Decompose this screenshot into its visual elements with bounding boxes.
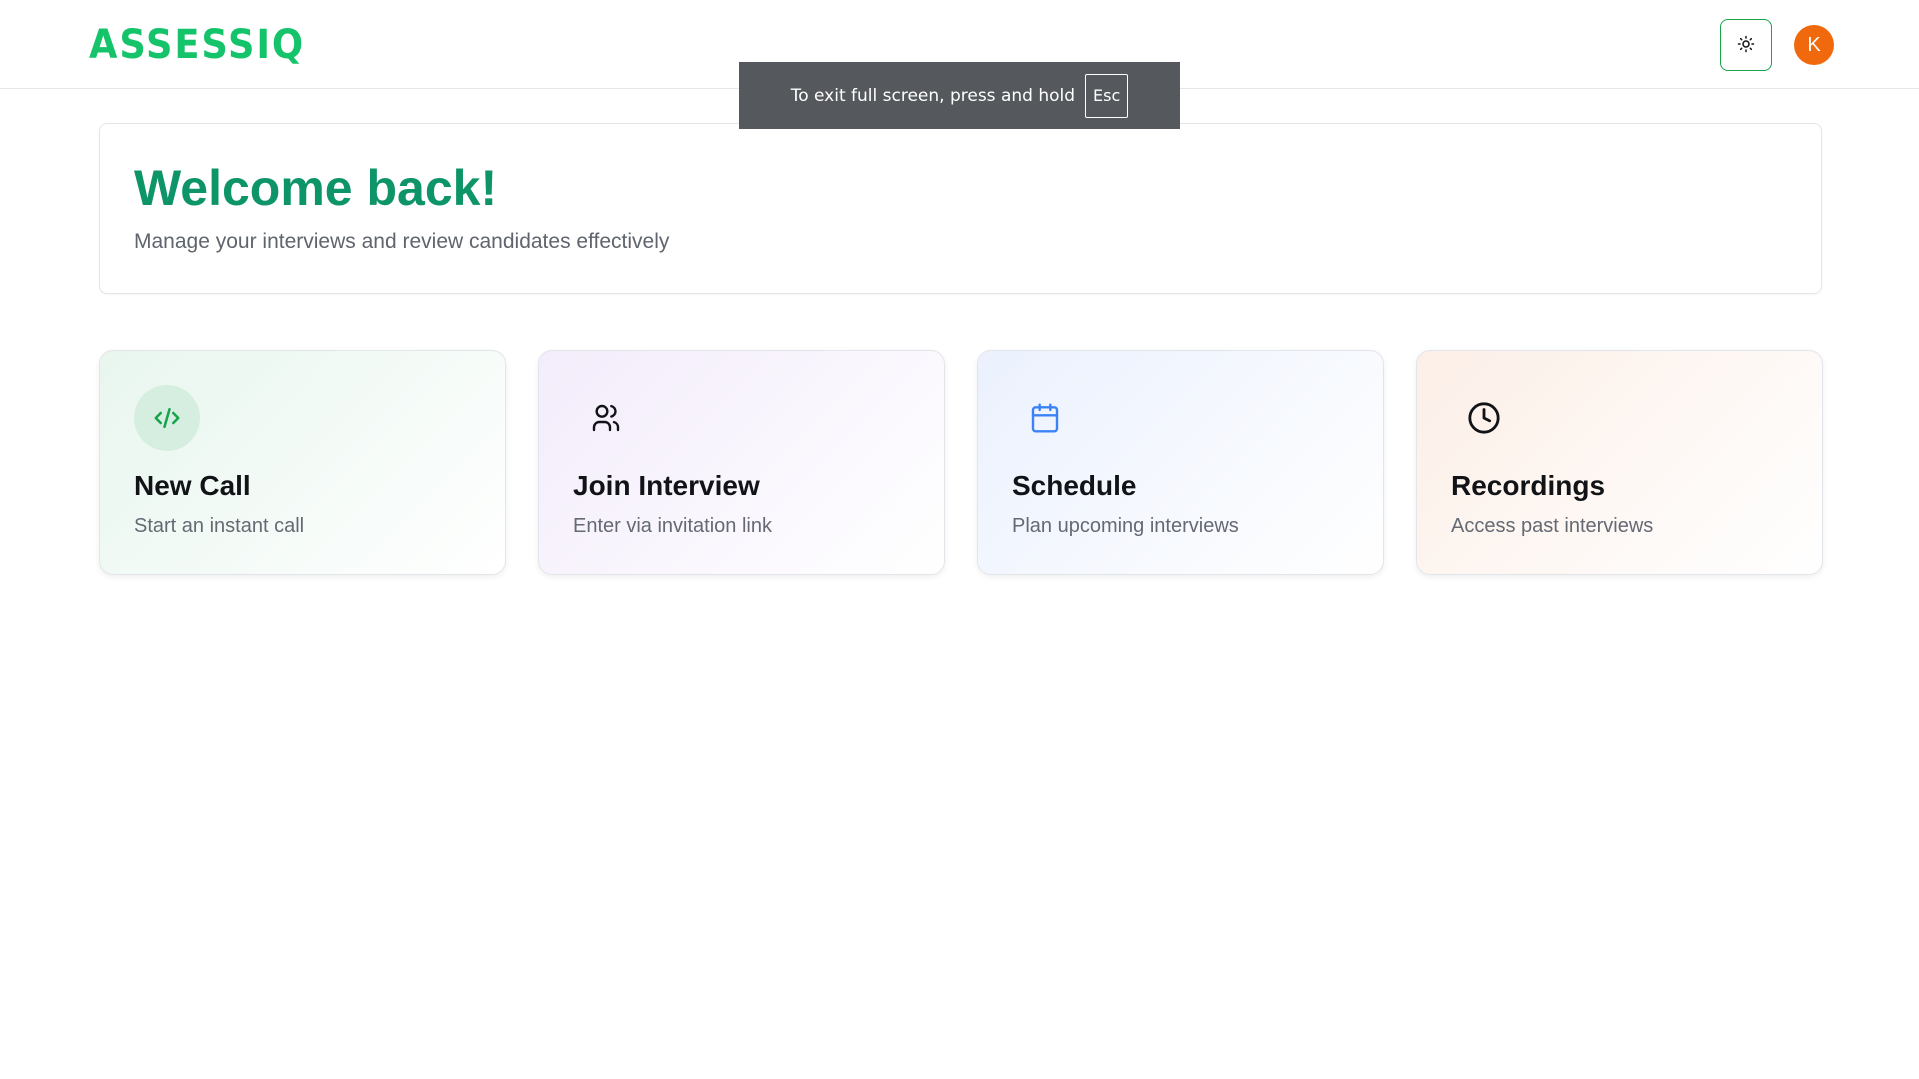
join-interview-card[interactable]: Join Interview Enter via invitation link <box>538 350 945 575</box>
sun-icon <box>1737 35 1755 56</box>
users-icon <box>573 385 639 451</box>
clock-icon <box>1451 385 1517 451</box>
welcome-panel: Welcome back! Manage your interviews and… <box>99 123 1822 294</box>
new-call-card[interactable]: New Call Start an instant call <box>99 350 506 575</box>
code-icon <box>134 385 200 451</box>
card-subtitle: Access past interviews <box>1451 515 1654 537</box>
fullscreen-exit-notice: To exit full screen, press and hold Esc <box>739 62 1180 129</box>
fullscreen-notice-message: To exit full screen, press and hold <box>790 85 1076 106</box>
schedule-card[interactable]: Schedule Plan upcoming interviews <box>977 350 1384 575</box>
card-subtitle: Enter via invitation link <box>573 515 772 537</box>
calendar-icon <box>1012 385 1078 451</box>
card-subtitle: Plan upcoming interviews <box>1012 515 1239 537</box>
recordings-card[interactable]: Recordings Access past interviews <box>1416 350 1823 575</box>
theme-toggle-button[interactable] <box>1720 19 1772 71</box>
welcome-title: Welcome back! <box>134 160 498 216</box>
welcome-subtitle: Manage your interviews and review candid… <box>134 230 670 253</box>
card-title: New Call <box>134 470 251 501</box>
card-title: Join Interview <box>573 470 760 501</box>
esc-key-badge: Esc <box>1085 73 1129 118</box>
app-logo[interactable]: ASSESSIQ <box>89 21 305 69</box>
user-avatar[interactable]: K <box>1794 25 1834 65</box>
card-subtitle: Start an instant call <box>134 515 305 537</box>
card-title: Recordings <box>1451 470 1606 501</box>
card-title: Schedule <box>1012 470 1137 501</box>
